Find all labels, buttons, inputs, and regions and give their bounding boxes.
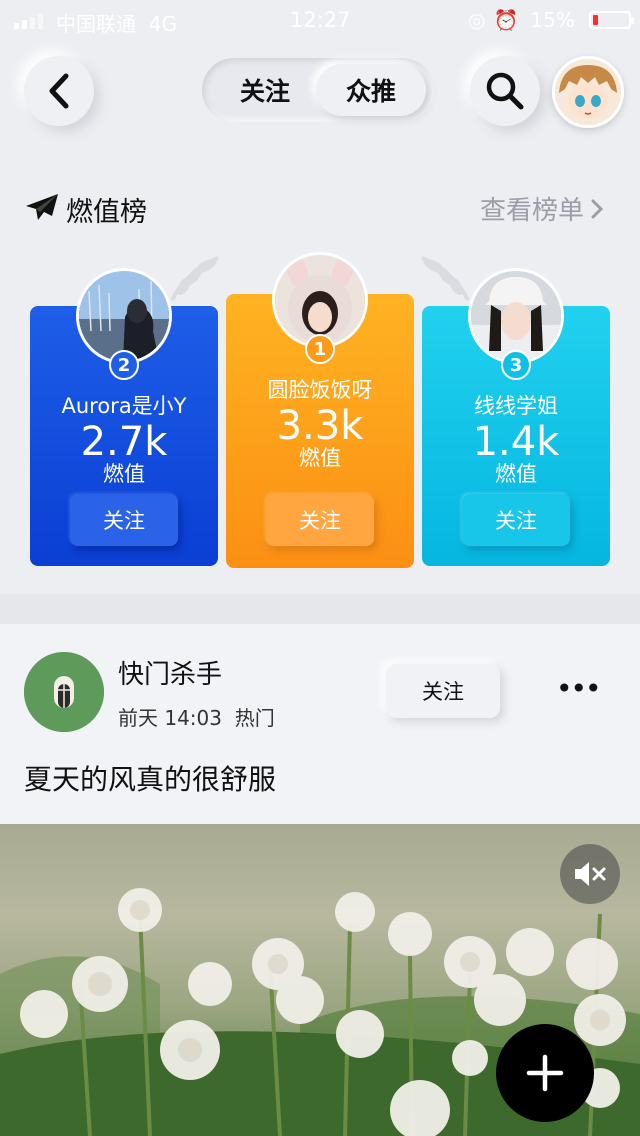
- feed-tabs: 关注 众推: [202, 58, 434, 122]
- rank-badge: 2: [109, 350, 139, 380]
- creator-name: 圆脸饭饭呀: [267, 378, 373, 402]
- heat-unit: 燃值: [103, 462, 145, 486]
- ranking-title: 燃值榜: [66, 197, 147, 228]
- laurel-icon: [421, 256, 470, 301]
- heat-value: 3.3k: [276, 403, 364, 449]
- creator-name: 线线学姐: [474, 394, 558, 418]
- carrier: 中国联通 4G: [56, 12, 177, 36]
- view-ranking-label: 查看榜单: [480, 196, 585, 226]
- more-options-icon[interactable]: •••: [556, 672, 602, 705]
- heat-unit: 燃值: [299, 446, 341, 470]
- clock: 12:27: [290, 8, 351, 32]
- follow-button[interactable]: 关注: [462, 494, 570, 546]
- search-icon: [486, 72, 524, 110]
- signal-icon: [14, 14, 43, 29]
- view-ranking-link[interactable]: 查看榜单: [480, 190, 604, 227]
- mute-button[interactable]: [560, 844, 620, 904]
- rank-badge: 1: [305, 334, 335, 364]
- post-author-name[interactable]: 快门杀手: [118, 654, 222, 691]
- follow-author-button[interactable]: 关注: [386, 664, 500, 718]
- status-bar: 中国联通 4G 12:27 ◎ ⏰ 15%: [0, 0, 640, 40]
- post-author-avatar[interactable]: [24, 652, 104, 732]
- search-button[interactable]: [470, 56, 540, 126]
- section-divider: [0, 594, 640, 624]
- rank-badge: 3: [501, 350, 531, 380]
- plus-icon: [526, 1054, 564, 1092]
- post-time: 前天 14:03: [118, 706, 222, 730]
- post-meta: 前天 14:03 热门: [118, 702, 275, 731]
- creator-name: Aurora是小Y: [61, 394, 187, 418]
- lock-rotation-icon: ◎: [468, 8, 486, 32]
- back-button[interactable]: [24, 56, 94, 126]
- battery-icon: [588, 11, 634, 29]
- heat-value: 1.4k: [472, 419, 560, 465]
- post-tag: 热门: [234, 706, 275, 730]
- rocket-plane-icon: [26, 194, 58, 220]
- post-text: 夏天的风真的很舒服: [24, 763, 277, 796]
- back-icon: [49, 73, 69, 109]
- battery-percent: 15%: [530, 8, 575, 32]
- heat-value: 2.7k: [80, 419, 168, 465]
- user-avatar[interactable]: [552, 56, 624, 128]
- create-post-button[interactable]: [496, 1024, 594, 1122]
- laurel-icon: [170, 256, 219, 301]
- tab-following[interactable]: 关注: [210, 64, 320, 116]
- alarm-icon: ⏰: [493, 8, 519, 32]
- chevron-right-icon: [591, 199, 604, 218]
- follow-button[interactable]: 关注: [266, 494, 374, 546]
- heat-unit: 燃值: [495, 462, 537, 486]
- mute-icon: [575, 862, 606, 886]
- tab-recommended[interactable]: 众推: [316, 64, 426, 116]
- post-card[interactable]: 快门杀手 前天 14:03 热门 关注 ••• 夏天的风真的很舒服: [0, 624, 640, 824]
- follow-button[interactable]: 关注: [70, 494, 178, 546]
